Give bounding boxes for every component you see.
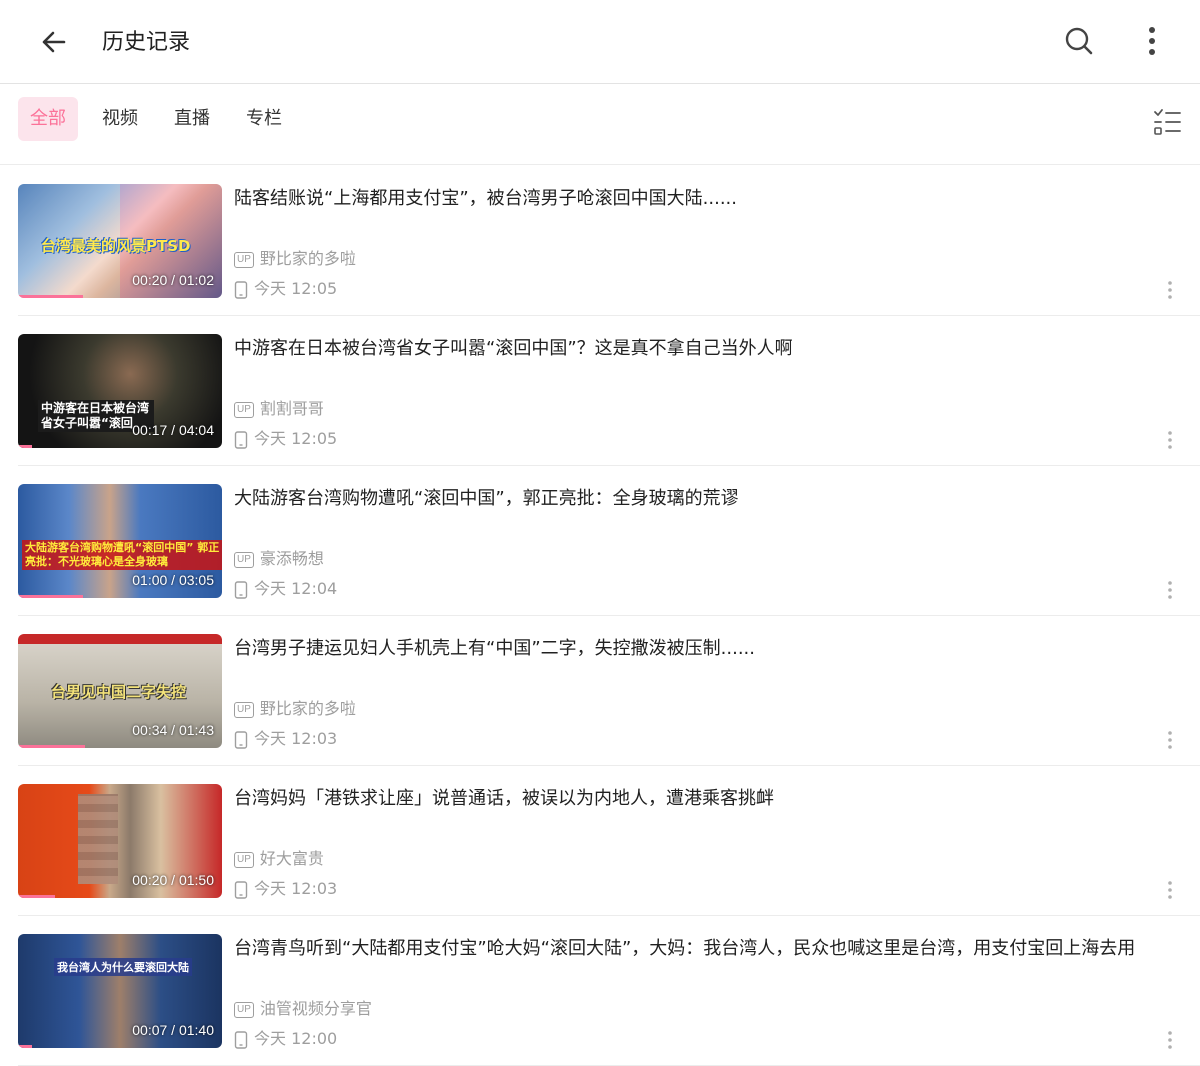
uploader-name: 野比家的多啦 [259,249,356,268]
video-thumbnail[interactable]: 大陆游客台湾购物遭吼“滚回中国” 郭正亮批：不光玻璃心是全身玻璃 01:00 /… [18,484,222,598]
up-badge-icon: UP [234,1001,254,1018]
duration-label: 00:07 / 01:40 [132,1022,214,1038]
watch-time: 今天 12:03 [254,729,338,748]
watch-time: 今天 12:04 [254,579,338,598]
watch-progress-bar [18,595,84,598]
uploader-row: UP 豪添畅想 [234,548,324,570]
history-item[interactable]: 台湾最美的风景PTSD 00:20 / 01:02 陆客结账说“上海都用支付宝”… [18,166,1200,316]
filter-tabs: 全部 视频 直播 专栏 [0,85,1200,165]
uploader-name: 油管视频分享官 [259,999,372,1018]
watch-progress-bar [18,895,55,898]
tab-live[interactable]: 直播 [164,97,220,141]
tab-all[interactable]: 全部 [18,97,78,141]
video-thumbnail[interactable]: 台男见中国二字失控 00:34 / 01:43 [18,634,222,748]
item-more-icon[interactable] [1158,278,1182,302]
history-item[interactable]: 台男见中国二字失控 00:34 / 01:43 台湾男子捷运见妇人手机壳上有“中… [18,616,1200,766]
uploader-name: 豪添畅想 [259,549,324,568]
watch-time-row: 今天 12:03 [234,728,337,750]
uploader-row: UP 油管视频分享官 [234,998,372,1020]
phone-icon [234,730,248,749]
watch-time: 今天 12:00 [254,1029,338,1048]
page-title: 历史记录 [102,30,191,55]
phone-icon [234,880,248,899]
video-title: 陆客结账说“上海都用支付宝”，被台湾男子呛滚回中国大陆...... [234,188,737,209]
checklist-edit-icon[interactable] [1150,105,1184,139]
watch-progress-bar [18,1045,33,1048]
up-badge-icon: UP [234,851,254,868]
video-thumbnail[interactable]: 00:20 / 01:50 [18,784,222,898]
history-list: 台湾最美的风景PTSD 00:20 / 01:02 陆客结账说“上海都用支付宝”… [0,166,1200,1066]
duration-label: 01:00 / 03:05 [132,572,214,588]
back-arrow-icon[interactable] [34,22,74,62]
video-title: 大陆游客台湾购物遭吼“滚回中国”，郭正亮批：全身玻璃的荒谬 [234,488,739,509]
duration-label: 00:17 / 04:04 [132,422,214,438]
phone-icon [234,580,248,599]
item-more-icon[interactable] [1158,578,1182,602]
uploader-row: UP 好大富贵 [234,848,324,870]
watch-time: 今天 12:03 [254,879,338,898]
watch-time: 今天 12:05 [254,429,338,448]
up-badge-icon: UP [234,401,254,418]
watch-progress-bar [18,745,86,748]
watch-time-row: 今天 12:05 [234,428,337,450]
search-icon[interactable] [1058,20,1100,62]
tab-column[interactable]: 专栏 [236,97,292,141]
thumbnail-caption: 大陆游客台湾购物遭吼“滚回中国” 郭正亮批：不光玻璃心是全身玻璃 [22,540,222,570]
tab-video[interactable]: 视频 [92,97,148,141]
watch-progress-bar [18,445,33,448]
phone-icon [234,280,248,299]
uploader-row: UP 野比家的多啦 [234,698,356,720]
watch-time-row: 今天 12:04 [234,578,337,600]
watch-time-row: 今天 12:03 [234,878,337,900]
video-title: 台湾青鸟听到“大陆都用支付宝”呛大妈“滚回大陆”，大妈：我台湾人，民众也喊这里是… [234,938,1136,959]
uploader-name: 好大富贵 [259,849,324,868]
item-more-icon[interactable] [1158,1028,1182,1052]
video-thumbnail[interactable]: 台湾最美的风景PTSD 00:20 / 01:02 [18,184,222,298]
uploader-name: 割割哥哥 [259,399,324,418]
video-title: 台湾男子捷运见妇人手机壳上有“中国”二字，失控撒泼被压制...... [234,638,755,659]
video-title: 台湾妈妈「港铁求让座」说普通话，被误以为内地人，遭港乘客挑衅 [234,788,774,809]
duration-label: 00:20 / 01:02 [132,272,214,288]
history-item[interactable]: 大陆游客台湾购物遭吼“滚回中国” 郭正亮批：不光玻璃心是全身玻璃 01:00 /… [18,466,1200,616]
thumbnail-caption: 台男见中国二字失控 [51,683,187,701]
up-badge-icon: UP [234,251,254,268]
video-thumbnail[interactable]: 中游客在日本被台湾省女子叫嚣“滚回 00:17 / 04:04 [18,334,222,448]
up-badge-icon: UP [234,551,254,568]
item-more-icon[interactable] [1158,728,1182,752]
duration-label: 00:34 / 01:43 [132,722,214,738]
watch-time: 今天 12:05 [254,279,338,298]
history-item[interactable]: 00:20 / 01:50 台湾妈妈「港铁求让座」说普通话，被误以为内地人，遭港… [18,766,1200,916]
phone-icon [234,430,248,449]
uploader-name: 野比家的多啦 [259,699,356,718]
watch-time-row: 今天 12:00 [234,1028,337,1050]
video-thumbnail[interactable]: 我台湾人为什么要滚回大陆 00:07 / 01:40 [18,934,222,1048]
up-badge-icon: UP [234,701,254,718]
video-title: 中游客在日本被台湾省女子叫嚣“滚回中国”？这是真不拿自己当外人啊 [234,338,793,359]
more-options-icon[interactable] [1132,20,1172,62]
top-bar: 历史记录 [0,0,1200,84]
watch-progress-bar [18,295,84,298]
duration-label: 00:20 / 01:50 [132,872,214,888]
thumbnail-caption: 台湾最美的风景PTSD [41,237,191,255]
phone-icon [234,1030,248,1049]
watch-time-row: 今天 12:05 [234,278,337,300]
thumbnail-caption: 我台湾人为什么要滚回大陆 [54,958,192,976]
history-item[interactable]: 我台湾人为什么要滚回大陆 00:07 / 01:40 台湾青鸟听到“大陆都用支付… [18,916,1200,1066]
uploader-row: UP 割割哥哥 [234,398,324,420]
uploader-row: UP 野比家的多啦 [234,248,356,270]
item-more-icon[interactable] [1158,428,1182,452]
history-item[interactable]: 中游客在日本被台湾省女子叫嚣“滚回 00:17 / 04:04 中游客在日本被台… [18,316,1200,466]
item-more-icon[interactable] [1158,878,1182,902]
